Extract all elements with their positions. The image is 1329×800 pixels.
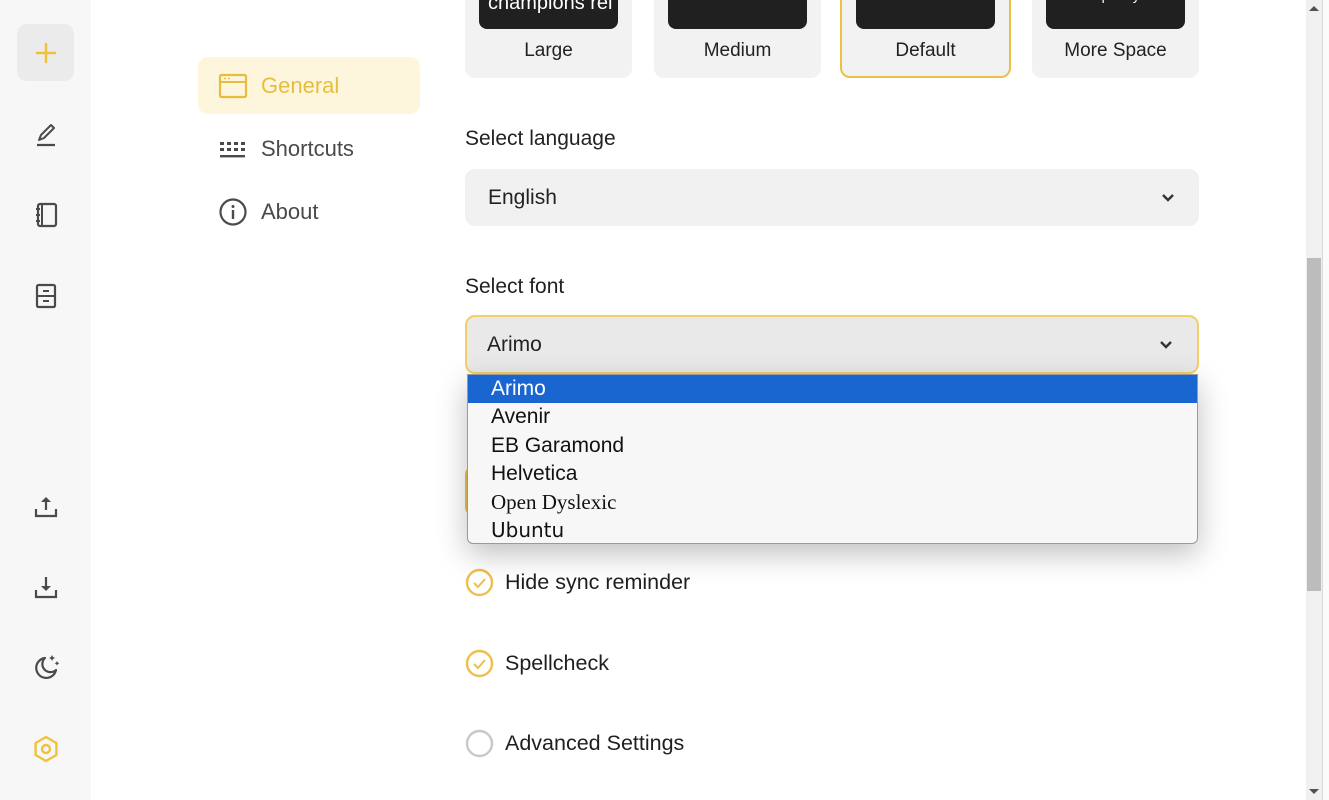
size-option-more-space[interactable]: In the tapestry of Bea More Space <box>1032 0 1199 78</box>
size-option-large[interactable]: champions rel Large <box>465 0 632 78</box>
notebook-icon <box>35 202 57 227</box>
new-note-button[interactable] <box>17 24 74 81</box>
moon-stars-icon <box>34 654 59 679</box>
checked-circle-icon <box>465 649 494 678</box>
window-edge <box>1322 0 1329 800</box>
text-size-options: champions rel Large redefines the ve Med… <box>465 0 1199 78</box>
font-label: Select font <box>465 275 565 298</box>
font-option-eb-garamond[interactable]: EB Garamond <box>468 432 1197 460</box>
nav-label: About <box>261 198 319 224</box>
checked-circle-icon <box>465 568 494 597</box>
upload-icon <box>34 496 57 517</box>
import-button[interactable] <box>17 558 74 615</box>
chevron-down-icon <box>1162 193 1174 202</box>
nav-label: General <box>261 72 340 98</box>
size-preview: redefines the ver <box>856 0 995 29</box>
download-icon <box>34 576 57 598</box>
nav-item-about[interactable]: About <box>198 183 420 240</box>
nav-item-general[interactable]: General <box>198 57 420 114</box>
font-value: Arimo <box>487 332 542 356</box>
font-option-helvetica[interactable]: Helvetica <box>468 460 1197 488</box>
unchecked-circle-icon <box>465 729 494 758</box>
font-option-ubuntu[interactable]: Ubuntu <box>468 516 1197 543</box>
size-label: Large <box>524 40 573 61</box>
settings-button[interactable] <box>17 720 74 777</box>
toggle-label: Spellcheck <box>505 651 609 675</box>
info-icon <box>219 197 247 226</box>
size-preview: In the tapestry of Bea <box>1046 0 1185 29</box>
font-option-open-dyslexic[interactable]: Open Dyslexic <box>468 488 1197 516</box>
archive-button[interactable] <box>17 267 74 324</box>
toggle-spellcheck[interactable]: Spellcheck <box>465 649 609 678</box>
size-label: Default <box>895 40 956 61</box>
pencil-icon <box>36 123 55 146</box>
toggle-label: Advanced Settings <box>505 731 685 755</box>
toggle-advanced-settings[interactable]: Advanced Settings <box>465 729 684 758</box>
keyboard-icon <box>220 141 245 157</box>
settings-nav: General Shortcuts About <box>198 57 420 246</box>
font-select[interactable]: Arimo <box>465 315 1199 374</box>
hexagon-settings-icon <box>33 735 58 762</box>
scroll-down-arrow-icon[interactable] <box>1309 789 1319 794</box>
notebook-button[interactable] <box>17 186 74 243</box>
toggle-hide-sync-reminder[interactable]: Hide sync reminder <box>465 568 690 597</box>
size-option-default[interactable]: redefines the ver Default <box>840 0 1011 78</box>
export-button[interactable] <box>17 477 74 534</box>
font-dropdown-list: Arimo Avenir EB Garamond Helvetica Open … <box>467 374 1198 544</box>
size-label: More Space <box>1064 40 1167 61</box>
font-option-arimo[interactable]: Arimo <box>468 375 1197 404</box>
language-label: Select language <box>465 127 616 150</box>
edit-button[interactable] <box>17 105 74 162</box>
chevron-down-icon <box>1160 340 1172 349</box>
language-value: English <box>488 185 557 209</box>
window-icon <box>218 73 248 98</box>
scroll-up-arrow-icon[interactable] <box>1309 6 1319 11</box>
language-select[interactable]: English <box>465 169 1199 226</box>
theme-button[interactable] <box>17 638 74 695</box>
scrollbar-thumb[interactable] <box>1307 258 1321 591</box>
size-label: Medium <box>703 40 772 61</box>
size-preview: champions rel <box>479 0 618 29</box>
size-preview: redefines the ve <box>668 0 807 29</box>
plus-icon <box>35 42 56 63</box>
nav-item-shortcuts[interactable]: Shortcuts <box>198 120 420 177</box>
font-option-avenir[interactable]: Avenir <box>468 403 1197 431</box>
toggle-label: Hide sync reminder <box>505 570 691 594</box>
size-option-medium[interactable]: redefines the ve Medium <box>654 0 821 78</box>
nav-label: Shortcuts <box>261 135 354 161</box>
page-scrollbar[interactable] <box>1306 0 1322 800</box>
icon-rail <box>0 0 91 800</box>
cabinet-icon <box>35 283 56 308</box>
